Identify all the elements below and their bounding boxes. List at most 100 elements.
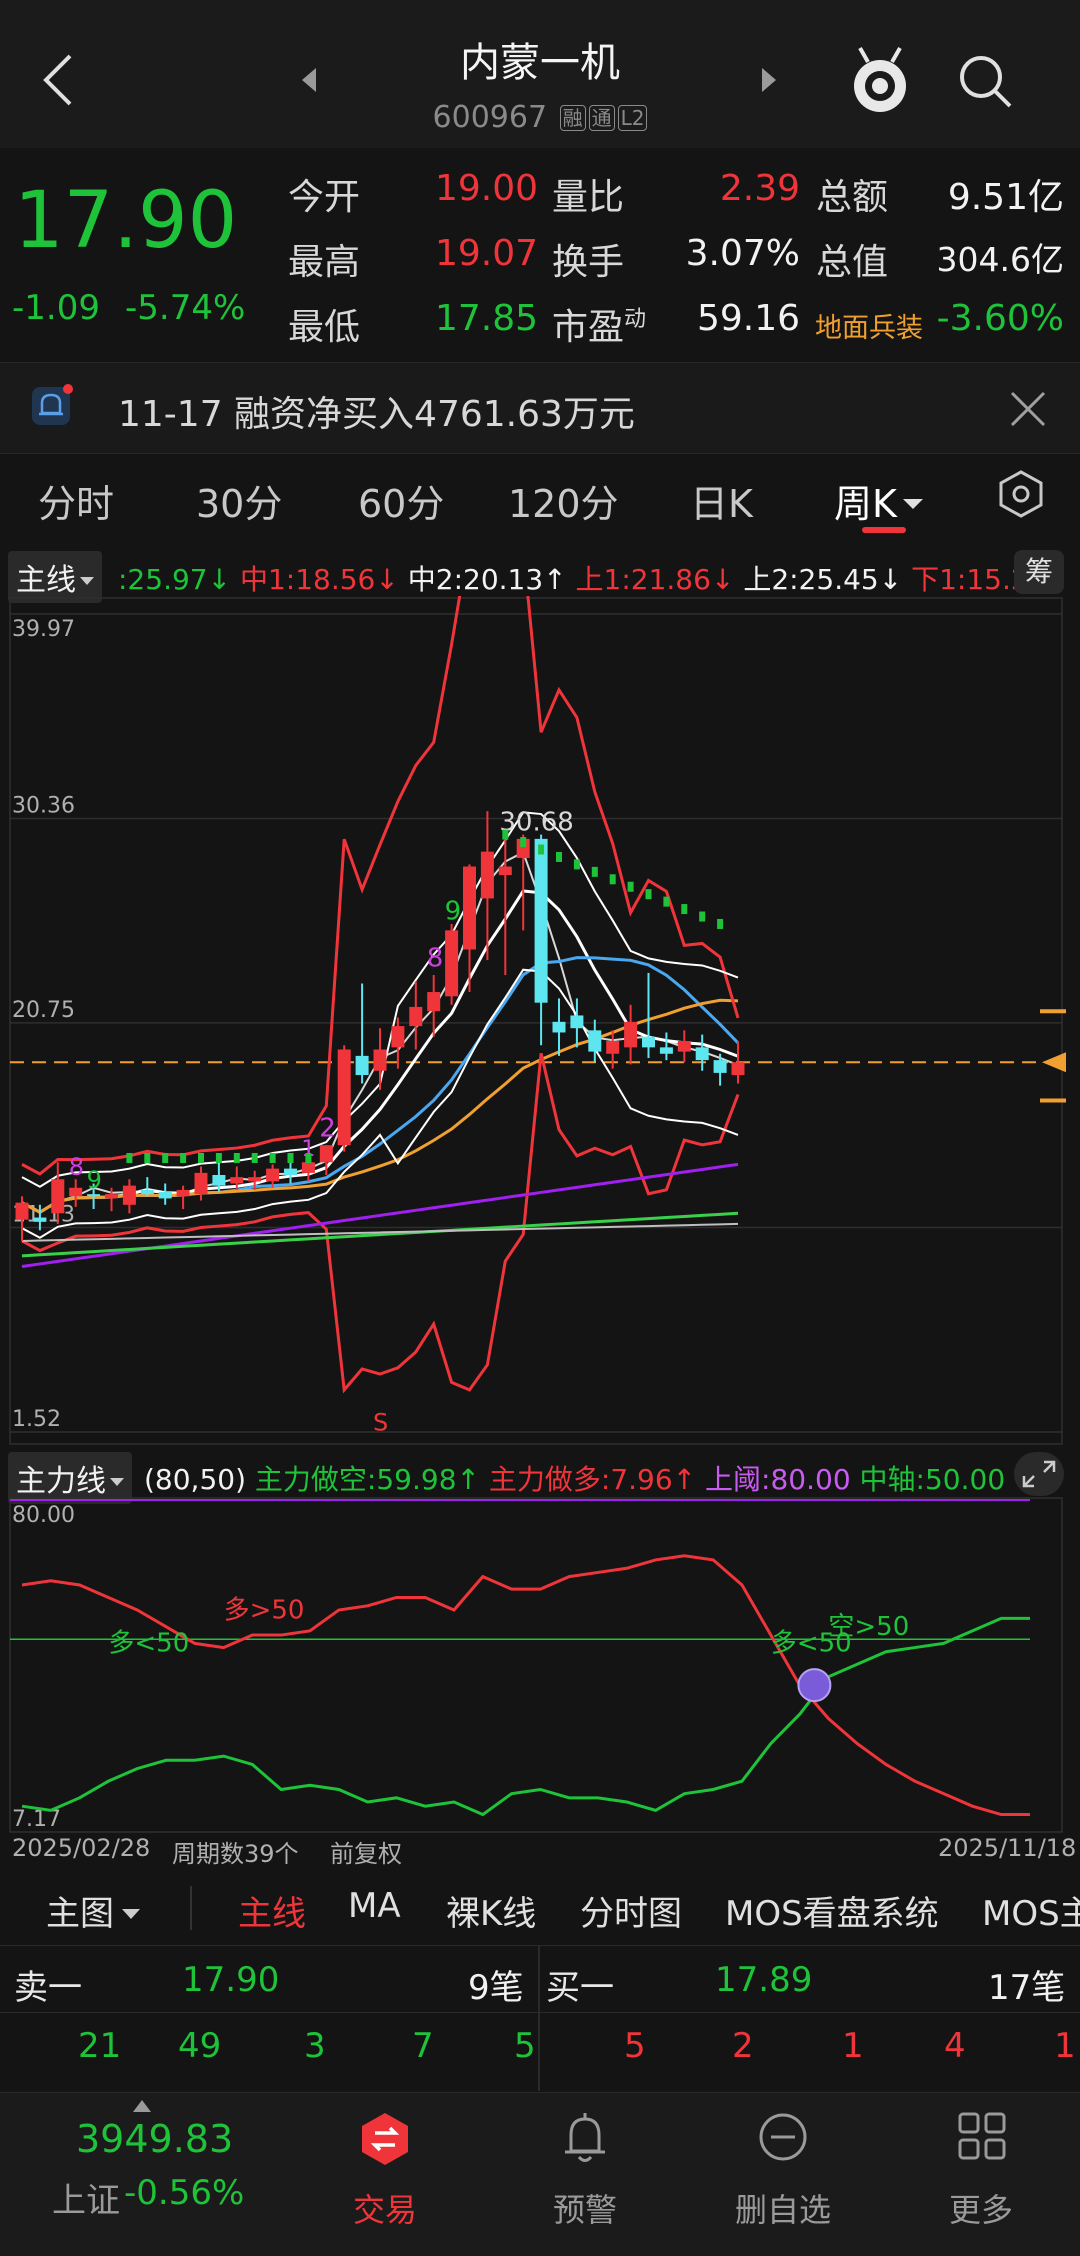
candle-body [266,1168,280,1182]
signal-dot [573,859,580,870]
low-label: 最低 [288,307,361,348]
ask-queue-item: 7 [412,2026,434,2066]
series-line [21,1554,1030,1817]
margin-tag: 融 [559,105,586,131]
adjust-mode[interactable]: 前复权 [330,1834,402,1869]
high-label: 最高 [288,242,361,283]
y-tick-label: 30.36 [12,793,75,818]
tab-intraday[interactable]: 分时 [38,473,114,528]
sub-indicator-values: (80,50) 主力做空:59.98↑ 主力做多:7.96↑ 上阈:80.00 … [144,1458,1005,1498]
index-name: 上证 [52,2181,120,2221]
trade-icon [362,2113,408,2165]
nav-alert-label: 预警 [552,2191,617,2229]
signal-dot [305,1152,312,1163]
crossover-face-icon [797,1668,832,1703]
signal-dot [538,844,545,855]
candle-body [15,1202,29,1220]
chart-annotation: 8 [427,944,444,974]
overlay-mos-system[interactable]: MOS看盘系统 [725,1886,939,1935]
low-value: 17.85 [434,298,538,339]
close-icon[interactable] [1008,389,1048,429]
nav-remove-watchlist-label: 删自选 [734,2191,831,2229]
tab-60min[interactable]: 60分 [358,473,444,528]
candle-body [713,1060,727,1073]
bid-queue-item: 4 [944,2026,966,2066]
candle-body [391,1026,405,1048]
mascot-icon[interactable] [848,44,912,116]
connect-tag: 通 [588,105,615,131]
candle-body [463,866,476,950]
indicator-up1: 上1:21.86↓ [575,563,735,596]
nav-alert[interactable]: 预警 [510,2093,660,2256]
overlay-main-line[interactable]: 主线 [238,1886,306,1935]
candle-body [606,1040,620,1054]
chart-annotation: 30.68 [499,807,573,837]
chart-annotation: 9 [87,1166,102,1194]
bid1-count: 17笔 [988,1968,1066,2008]
main-force-line-chart[interactable]: 80.007.17 多<50多>50多<50空>50 [0,1496,1080,1836]
minus-circle-icon [759,2113,807,2161]
nav-trade[interactable]: 交易 [310,2093,460,2256]
signal-dot [180,1152,187,1163]
sub-chart-frame [9,1497,1063,1833]
expand-icon[interactable] [1014,1452,1064,1496]
bell-icon [565,2113,605,2162]
candle-body [176,1189,190,1197]
signal-dot [162,1152,169,1163]
candle-body [319,1145,333,1163]
candle-body [140,1189,154,1195]
overlay-naked-k[interactable]: 裸K线 [446,1886,536,1935]
candlestick-chart[interactable]: 39.9730.3620.7511.131.52 30.6898218 9S [0,596,1080,1446]
chevron-down-icon [80,577,94,585]
sector-label[interactable]: 地面兵装 [815,306,923,345]
sector-change: -3.60% [936,298,1064,339]
amount-value: 9.51亿 [947,177,1064,218]
notice-bar[interactable]: 11-17 融资净买入4761.63万元 [0,362,1080,454]
indicator-main-value: :25.97↓ [118,563,232,596]
chart-frame [9,597,1063,1445]
signal-dot [681,904,688,915]
overlay-intraday[interactable]: 分时图 [580,1886,682,1935]
tab-weekly[interactable]: 周K [834,473,923,528]
signal-dot [126,1152,133,1163]
index-value: 3949.83 [76,2117,234,2161]
ask-queue-item: 3 [304,2026,326,2066]
overlay-mos-main[interactable]: MOS主 [982,1886,1080,1935]
active-tab-underline [862,527,906,533]
search-icon[interactable] [956,52,1016,112]
stock-name: 内蒙一机 [460,40,620,86]
bid-queue-item: 1 [842,2026,864,2066]
settings-hexagon-icon[interactable] [996,469,1046,519]
orderbook-divider [538,1946,540,2091]
candle-body [695,1047,709,1061]
nav-more[interactable]: 更多 [906,2093,1056,2256]
y-tick-label: 39.97 [12,617,75,642]
next-stock-icon[interactable] [758,66,780,94]
candle-body [498,866,512,876]
candle-body [552,1021,566,1033]
tab-daily[interactable]: 日K [690,473,753,528]
signal-dot [609,874,616,885]
tab-30min[interactable]: 30分 [196,473,282,528]
candle-body [33,1217,47,1222]
candle-body [248,1177,262,1182]
tab-120min[interactable]: 120分 [508,473,619,528]
signal-dot [717,918,724,929]
y-tick-label: 20.75 [12,998,75,1023]
index-ticker[interactable]: 3949.83 上证 -0.56% [0,2093,280,2256]
chip-distribution-button[interactable]: 筹 [1014,550,1064,594]
nav-remove-watchlist[interactable]: 删自选 [708,2093,858,2256]
amount-label: 总额 [816,177,889,218]
open-label: 今开 [288,177,361,218]
main-chart-selector[interactable]: 主图 [46,1886,140,1935]
y-tick-label: 1.52 [12,1407,61,1432]
candle-body [588,1030,602,1052]
ask1-price: 17.90 [182,1960,280,2000]
indicator-mid1: 中1:18.56↓ [239,563,399,596]
inner-upper-band [21,811,739,1188]
bid-queue-item: 5 [624,2026,646,2066]
price-change: -1.09 [12,288,100,328]
ask-queue-item: 49 [178,2026,222,2066]
overlay-ma[interactable]: MA [348,1886,401,1926]
row-divider [0,2012,1080,2013]
